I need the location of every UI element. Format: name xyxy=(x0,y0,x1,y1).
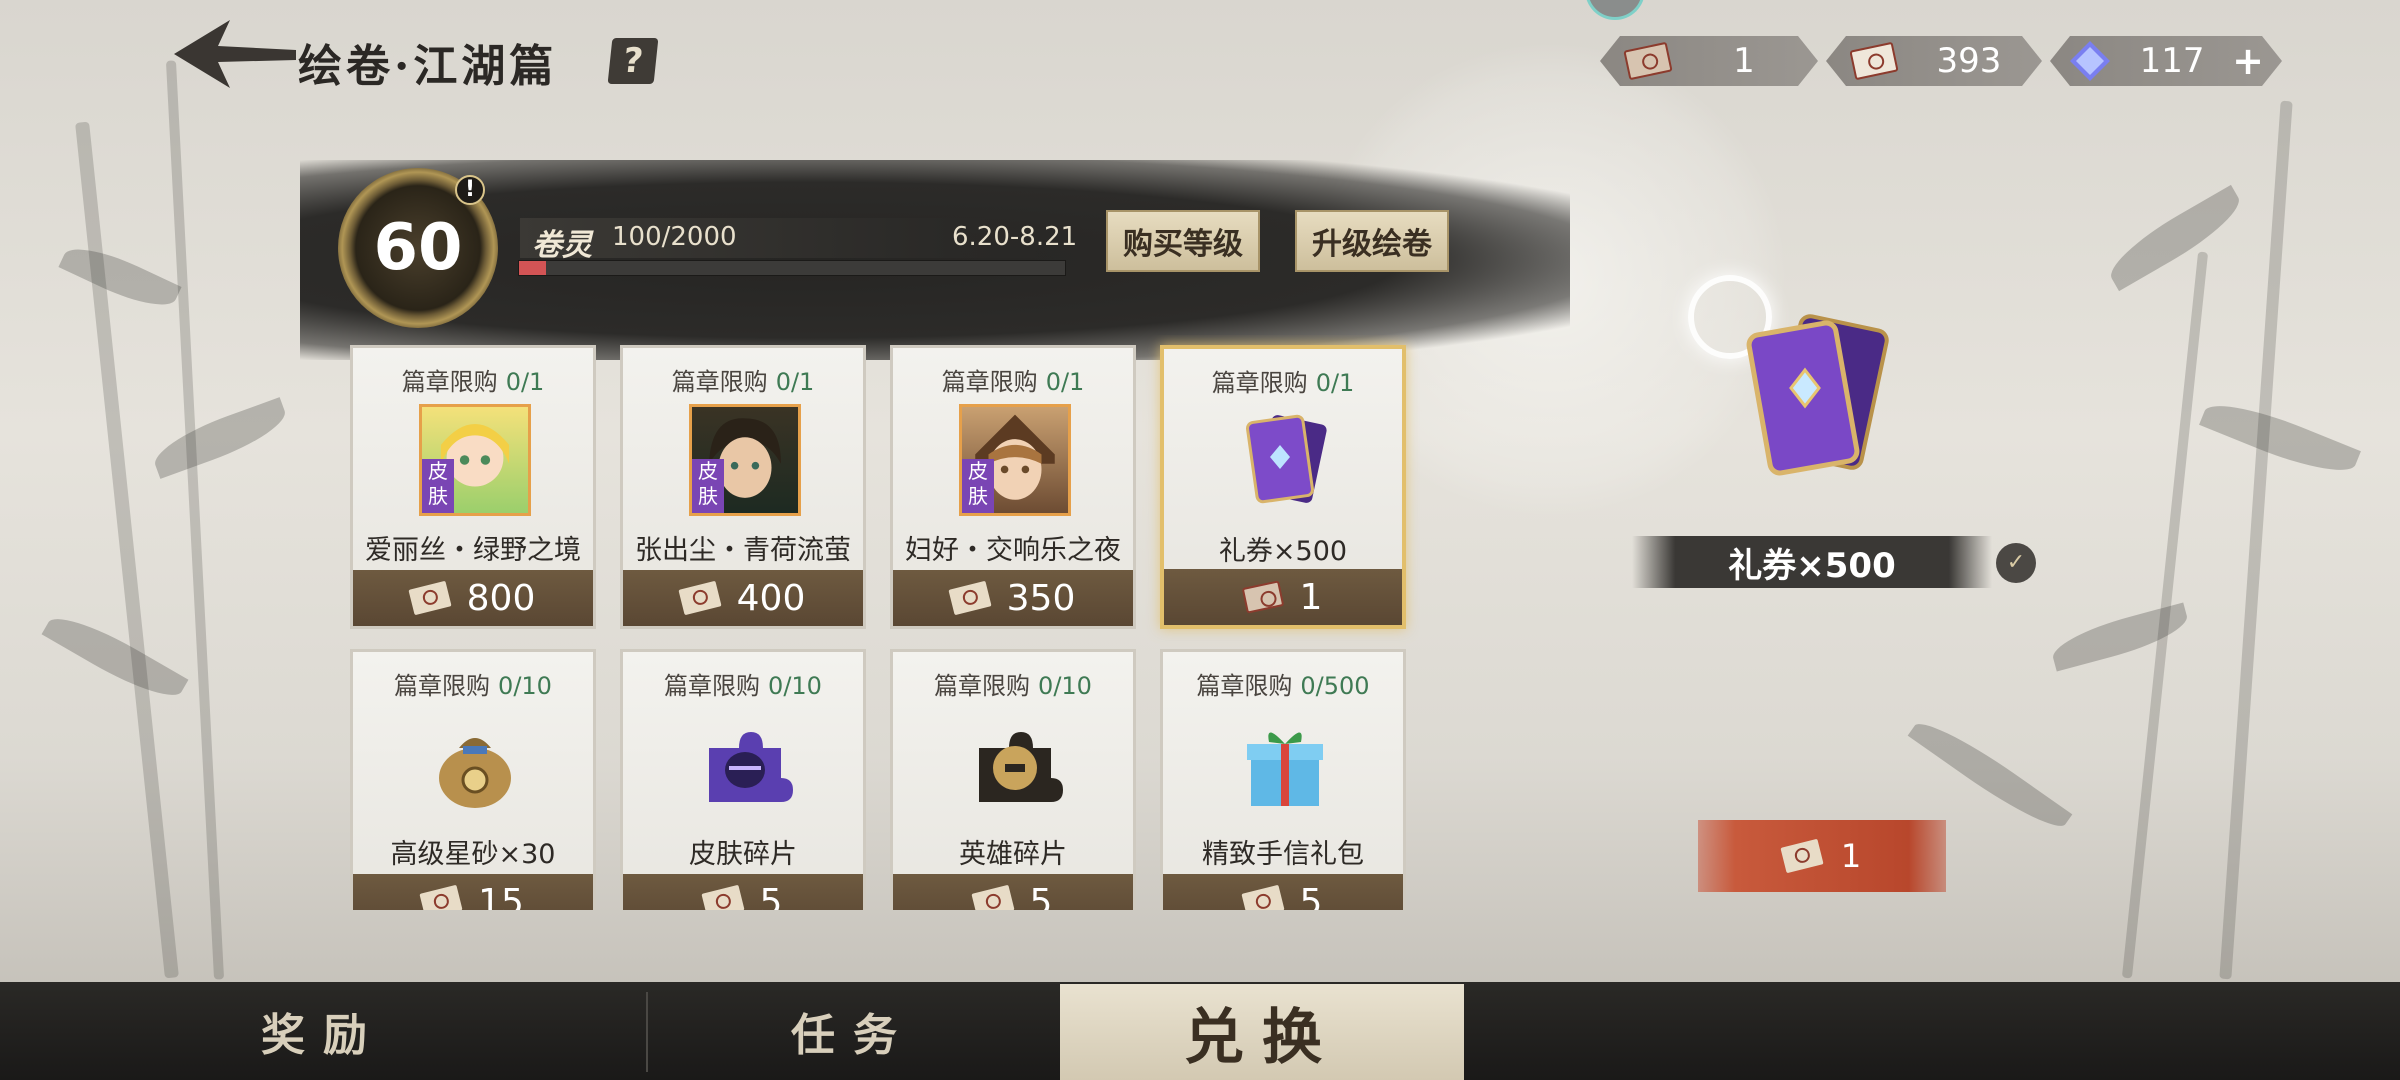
diamond-icon xyxy=(2068,39,2112,83)
item-name: 皮肤碎片 xyxy=(689,839,797,870)
help-button[interactable]: ? xyxy=(607,38,659,84)
item-name: 高级星砂×30 xyxy=(390,839,556,870)
add-diamond-button[interactable]: + xyxy=(2232,39,2264,83)
tab-tasks[interactable]: 任务 xyxy=(648,982,1058,1080)
check-icon: ✓ xyxy=(1996,543,2036,583)
item-name: 精致手信礼包 xyxy=(1202,839,1364,870)
currency-value: 393 xyxy=(1936,41,2002,81)
top-indicator xyxy=(1585,0,1645,20)
xp-progress-fill xyxy=(519,261,547,275)
leaf-decoration xyxy=(58,236,182,318)
item-name: 妇好・交响乐之夜 xyxy=(905,535,1121,566)
item-name: 爱丽丝・绿野之境 xyxy=(365,535,581,566)
purchase-limit: 篇章限购 0/500 xyxy=(1196,672,1370,700)
exchange-ticket-icon xyxy=(1780,838,1824,874)
purchase-limit: 篇章限购 0/10 xyxy=(934,672,1092,700)
leaf-decoration xyxy=(2199,391,2361,485)
currency-value: 117 xyxy=(2139,41,2205,81)
page-title: 绘卷·江湖篇 xyxy=(298,41,558,92)
tab-exchange[interactable]: 兑换 xyxy=(1060,984,1464,1080)
leaf-decoration xyxy=(148,397,292,479)
item-name: 英雄碎片 xyxy=(959,839,1067,870)
purchase-limit: 篇章限购 0/1 xyxy=(671,368,815,396)
xp-name: 卷灵 xyxy=(532,228,592,263)
item-price: 5 xyxy=(623,874,863,910)
item-price: 800 xyxy=(353,570,593,626)
redeem-button[interactable]: 1 xyxy=(1698,820,1946,892)
currency-value: 1 xyxy=(1733,41,1755,81)
season-date-range: 6.20-8.21 xyxy=(952,222,1078,252)
xp-progress-bar xyxy=(518,260,1066,276)
item-price: 1 xyxy=(1164,569,1402,625)
skin-tag: 皮肤 xyxy=(962,459,994,513)
tab-rewards[interactable]: 奖励 xyxy=(0,982,646,1080)
item-price: 400 xyxy=(623,570,863,626)
leaf-decoration xyxy=(2047,602,2193,672)
skin-shard-icon xyxy=(709,732,793,802)
item-name: 张出尘・青荷流萤 xyxy=(635,535,851,566)
coupon-card-icon xyxy=(1245,414,1327,504)
purchase-limit: 篇章限购 0/10 xyxy=(394,672,552,700)
coupon-card-icon xyxy=(1746,314,1889,476)
item-price: 5 xyxy=(1163,874,1403,910)
coupon-icon xyxy=(1240,884,1285,910)
coupon-icon xyxy=(1849,42,1898,80)
gift-box-icon xyxy=(1247,732,1323,806)
item-name: 礼券×500 xyxy=(1218,536,1348,567)
item-price: 350 xyxy=(893,570,1133,626)
alice-portrait-icon: 皮肤 xyxy=(419,404,531,516)
coupon-icon xyxy=(678,580,722,616)
redeem-price: 1 xyxy=(1840,837,1862,875)
leaf-decoration xyxy=(2101,184,2249,292)
purchase-limit: 篇章限购 0/1 xyxy=(401,368,545,396)
coupon-icon xyxy=(948,580,992,616)
bamboo-decoration xyxy=(165,60,225,980)
item-card-zhang-skin[interactable]: 篇章限购 0/1 皮肤 张出尘・青荷流萤 400 xyxy=(620,345,866,629)
item-card-skin-shard[interactable]: 篇章限购 0/10 皮肤碎片 5 xyxy=(620,649,866,910)
item-card-star-sand[interactable]: 篇章限购 0/10 高级星砂×30 15 xyxy=(350,649,596,910)
buy-level-button[interactable]: 购买等级 xyxy=(1106,210,1260,272)
currency-diamond: 117 + xyxy=(2050,36,2282,86)
skin-tag: 皮肤 xyxy=(692,459,724,513)
item-price: 5 xyxy=(893,874,1133,910)
coupon-icon xyxy=(970,884,1015,910)
coupon-icon xyxy=(419,884,463,910)
coupon-icon xyxy=(700,884,745,910)
skin-tag: 皮肤 xyxy=(422,459,454,513)
currency-coupon: 393 xyxy=(1826,36,2042,86)
exchange-ticket-icon xyxy=(1623,42,1672,80)
star-sand-bag-icon xyxy=(439,738,511,808)
item-card-coupon[interactable]: 篇章限购 0/1 礼券×500 1 xyxy=(1160,345,1406,629)
back-button[interactable] xyxy=(170,16,300,92)
bamboo-decoration xyxy=(2219,100,2293,980)
back-arrow-icon xyxy=(174,20,296,88)
level-alert-icon[interactable]: ! xyxy=(455,175,485,205)
item-price: 15 xyxy=(353,874,593,910)
currency-exchange-ticket: 1 xyxy=(1600,36,1818,86)
item-card-alice-skin[interactable]: 篇章限购 0/1 皮肤 爱丽丝・绿野之境 800 xyxy=(350,345,596,629)
purchase-limit: 篇章限购 0/10 xyxy=(664,672,822,700)
hero-shard-icon xyxy=(979,732,1063,802)
item-card-gift-pack[interactable]: 篇章限购 0/500 精致手信礼包 5 xyxy=(1160,649,1406,910)
upgrade-scroll-button[interactable]: 升级绘卷 xyxy=(1295,210,1449,272)
coupon-icon xyxy=(408,580,452,616)
fuhao-portrait-icon: 皮肤 xyxy=(959,404,1071,516)
leaf-decoration xyxy=(41,604,189,710)
exchange-ticket-icon xyxy=(1241,580,1284,614)
level-number: 60 xyxy=(373,211,463,285)
item-card-hero-shard[interactable]: 篇章限购 0/10 英雄碎片 5 xyxy=(890,649,1136,910)
item-grid: 篇章限购 0/1 皮肤 爱丽丝・绿野之境 800 篇章限购 0/1 皮肤 张出尘・青… xyxy=(340,335,1420,910)
xp-value: 100/2000 xyxy=(612,222,737,252)
purchase-limit: 篇章限购 0/1 xyxy=(941,368,1085,396)
detail-item-name: 礼券×500 xyxy=(1728,546,1896,586)
zhang-portrait-icon: 皮肤 xyxy=(689,404,801,516)
purchase-limit: 篇章限购 0/1 xyxy=(1211,369,1355,397)
item-card-fuhao-skin[interactable]: 篇章限购 0/1 皮肤 妇好・交响乐之夜 350 xyxy=(890,345,1136,629)
